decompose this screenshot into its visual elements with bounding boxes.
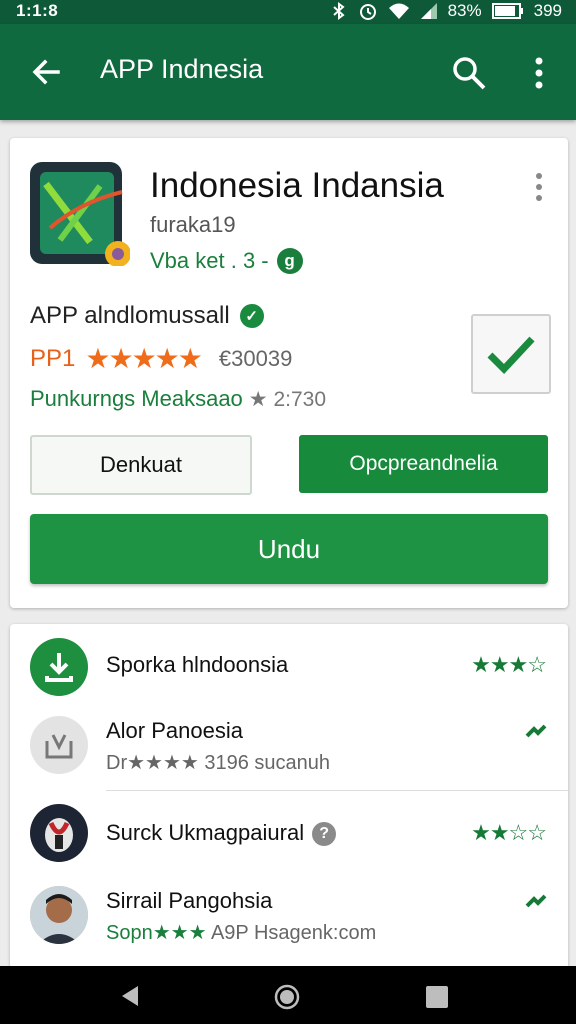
nav-home-icon[interactable]	[274, 984, 300, 1010]
rating-row: PP1 ★★★★★ €30039	[30, 342, 292, 375]
app-title: Indonesia Indansia	[150, 166, 444, 205]
app-meta-text: Vba ket . 3 -	[150, 248, 269, 273]
install-button[interactable]: Undu	[30, 514, 548, 584]
list-item-rating: ★★★☆	[471, 652, 547, 677]
meta-badge-icon: g	[276, 248, 303, 274]
list-item[interactable]: Alor Panoesia Dr★★★★ 3196 sucanuh	[10, 708, 568, 792]
alarm-icon	[359, 4, 376, 20]
list-item-title: Alor Panoesia	[106, 718, 243, 743]
trending-icon	[525, 724, 547, 738]
download-icon	[30, 638, 88, 696]
helmet-app-icon	[30, 804, 88, 862]
nav-back-icon[interactable]	[118, 984, 142, 1008]
search-icon[interactable]	[450, 54, 488, 92]
help-icon[interactable]: ?	[312, 822, 337, 847]
status-time: 1:1:8	[16, 1, 59, 20]
battery-icon	[491, 3, 523, 19]
list-item-title-row: Surck Ukmagpaiural?	[106, 820, 337, 847]
battery-percent: 83%	[447, 1, 482, 20]
subline-text: Punkurngs Meaksaao	[30, 386, 243, 411]
list-item-subtitle: A9P Hsagenk:com	[210, 922, 377, 944]
app-name: APP alndlomussall	[30, 302, 230, 329]
inbox-icon	[30, 716, 88, 774]
wifi-icon	[388, 3, 409, 19]
list-item[interactable]: Sporka hlndoonsia ★★★☆	[10, 624, 568, 708]
nav-recent-icon[interactable]	[426, 986, 448, 1008]
app-meta: Vba ket . 3 - g	[150, 248, 303, 274]
app-toolbar: APP Indnesia	[0, 24, 576, 120]
app-developer[interactable]: furaka19	[150, 212, 236, 238]
related-apps-card: Sporka hlndoonsia ★★★☆ Alor Panoesia Dr★…	[10, 624, 568, 969]
app-name-row: APP alndlomussall ✓	[30, 302, 264, 330]
more-vert-icon[interactable]	[528, 54, 550, 92]
app-detail-card: Indonesia Indansia furaka19 Vba ket . 3 …	[10, 138, 568, 608]
list-divider	[106, 790, 568, 791]
avatar	[30, 886, 88, 944]
list-item-subtitle-row: Sopn★★★ A9P Hsagenk:com	[106, 920, 376, 945]
verified-icon: ✓	[239, 304, 264, 328]
list-item-rating: ★★☆☆	[471, 820, 547, 845]
bluetooth-icon	[332, 2, 345, 20]
signal-icon	[420, 3, 437, 19]
list-item[interactable]: Sirrail Pangohsia Sopn★★★ A9P Hsagenk:co…	[10, 878, 568, 966]
status-bar: 1:1:8 83% 399	[0, 0, 576, 24]
check-icon	[487, 336, 535, 375]
system-nav-bar	[0, 966, 576, 1024]
subline-stat: ★ 2:730	[248, 387, 327, 411]
rating-count: €30039	[218, 345, 293, 371]
app-icon	[30, 162, 130, 266]
list-item[interactable]: Surck Ukmagpaiural? ★★☆☆	[10, 794, 568, 878]
status-icons: 83% 399	[330, 1, 562, 21]
primary-small-button[interactable]: Opcpreandnelia	[299, 435, 548, 493]
installed-checkbox[interactable]	[471, 314, 551, 394]
list-item-subtitle: Dr★★★★ 3196 sucanuh	[106, 752, 331, 774]
list-item-title: Sporka hlndoonsia	[106, 652, 289, 677]
trending-icon	[525, 894, 547, 908]
back-arrow-icon[interactable]	[28, 54, 64, 90]
secondary-button[interactable]: Denkuat	[30, 435, 252, 495]
list-item-title: Sirrail Pangohsia	[106, 888, 273, 913]
toolbar-title: APP Indnesia	[100, 54, 264, 84]
rating-stars: ★★★★★	[85, 343, 203, 374]
sub-row: Punkurngs Meaksaao ★ 2:730	[30, 386, 326, 412]
rating-prefix: PP1	[30, 344, 76, 372]
status-extra: 399	[533, 1, 562, 20]
card-more-icon[interactable]	[530, 170, 548, 204]
list-item-title: Surck Ukmagpaiural	[106, 820, 305, 845]
list-item-subtitle-green: Sopn★★★	[106, 922, 207, 944]
